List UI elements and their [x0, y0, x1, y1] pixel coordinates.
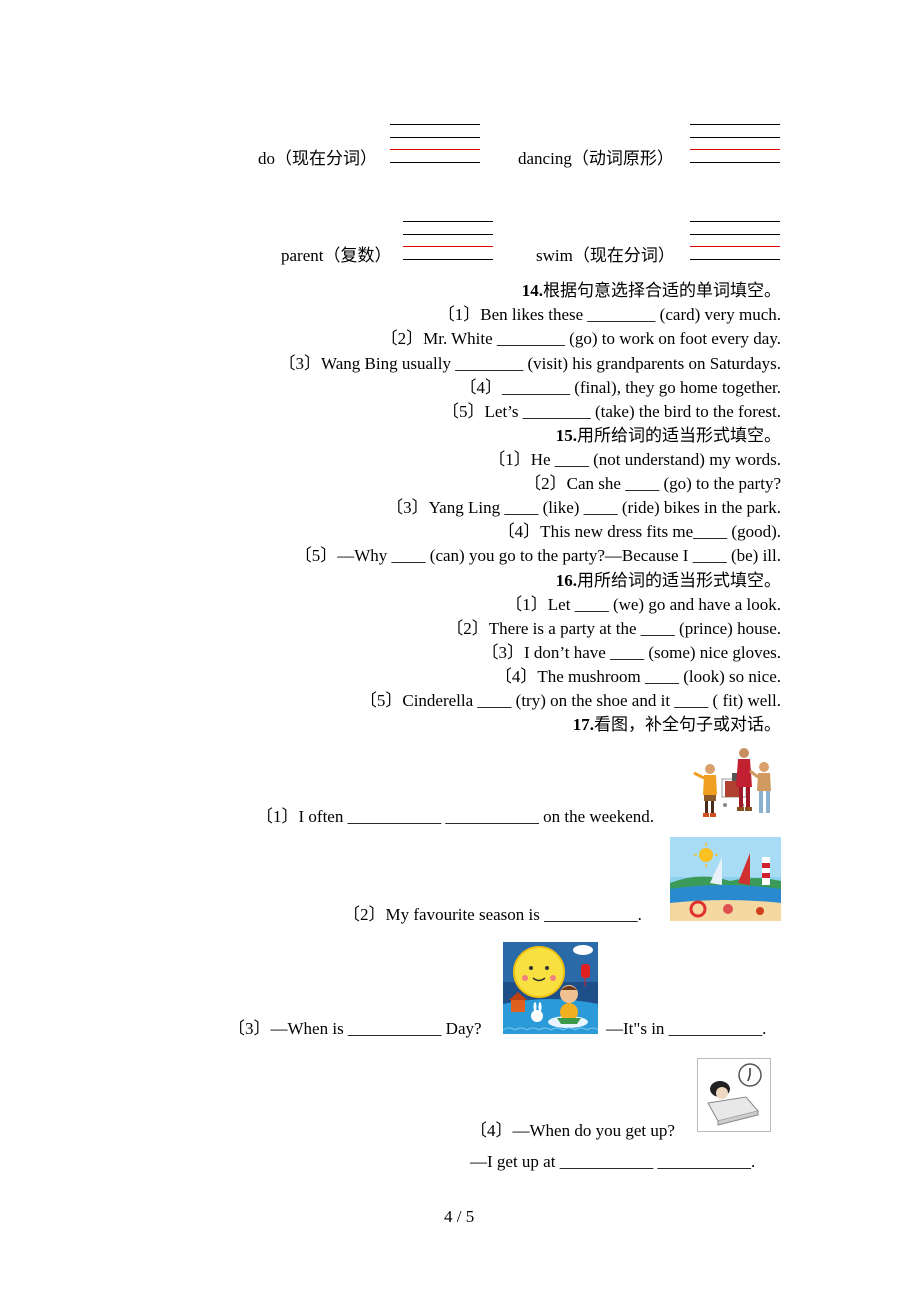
summer-beach-picture: [670, 837, 781, 921]
exercise-item: 〔2〕Can she ____ (go) to the party?: [524, 474, 781, 493]
wordform-word: dancing（动词原形）: [518, 149, 674, 168]
exercise-item: 〔5〕—Why ____ (can) you go to the party?—…: [294, 546, 781, 565]
exercise-item: 〔4〕________ (final), they go home togeth…: [459, 378, 781, 397]
grid-line: [690, 162, 780, 163]
mid-autumn-moon-picture: [503, 942, 598, 1034]
section-heading: 15.用所给词的适当形式填空。: [555, 426, 781, 445]
wordform-word: swim（现在分词）: [536, 246, 675, 265]
family-shopping-picture: [692, 745, 780, 823]
grid-line-red: [390, 149, 480, 150]
grid-line: [390, 124, 480, 125]
grid-line: [690, 234, 780, 235]
exercise-item: 〔3〕Wang Bing usually ________ (visit) hi…: [278, 354, 781, 373]
exercise-item: 〔2〕My favourite season is ___________.: [343, 905, 642, 924]
grid-line: [690, 259, 780, 260]
exercise-item: 〔2〕There is a party at the ____ (prince)…: [446, 619, 781, 638]
section-heading: 17.看图，补全句子或对话。: [572, 715, 781, 734]
exercise-item: 〔3〕I don’t have ____ (some) nice gloves.: [481, 643, 781, 662]
exercise-item-question: 〔3〕—When is ___________ Day?: [228, 1019, 482, 1038]
exercise-item: 〔5〕Let’s ________ (take) the bird to the…: [442, 402, 781, 421]
exercise-item: 〔1〕Ben likes these ________ (card) very …: [437, 305, 781, 324]
exercise-item: 〔2〕Mr. White ________ (go) to work on fo…: [380, 329, 781, 348]
exercise-item: 〔1〕I often ___________ ___________ on th…: [256, 807, 655, 826]
grid-line: [390, 162, 480, 163]
grid-line: [690, 137, 780, 138]
grid-line-red: [403, 246, 493, 247]
exercise-item-answer: —I get up at ___________ ___________.: [470, 1152, 756, 1171]
page-number: 4 / 5: [444, 1207, 475, 1226]
exercise-item-question: 〔4〕—When do you get up?: [470, 1121, 675, 1140]
exercise-item: 〔3〕Yang Ling ____ (like) ____ (ride) bik…: [386, 498, 781, 517]
exercise-item: 〔1〕Let ____ (we) go and have a look.: [505, 595, 781, 614]
grid-line: [390, 137, 480, 138]
grid-line: [690, 124, 780, 125]
wordform-word: parent（复数）: [281, 246, 392, 265]
grid-line: [403, 234, 493, 235]
bed-alarm-clock-picture: [697, 1058, 771, 1132]
grid-line: [403, 259, 493, 260]
section-heading: 14.根据句意选择合适的单词填空。: [521, 281, 781, 300]
grid-line-red: [690, 246, 780, 247]
grid-line-red: [690, 149, 780, 150]
exercise-item: 〔5〕Cinderella ____ (try) on the shoe and…: [359, 691, 781, 710]
exercise-item: 〔4〕This new dress fits me____ (good).: [497, 522, 781, 541]
exercise-item: 〔4〕The mushroom ____ (look) so nice.: [494, 667, 781, 686]
grid-line: [403, 221, 493, 222]
grid-line: [690, 221, 780, 222]
exercise-item: 〔1〕He ____ (not understand) my words.: [488, 450, 781, 469]
wordform-word: do（现在分词）: [258, 149, 377, 168]
section-heading: 16.用所给词的适当形式填空。: [555, 571, 781, 590]
exercise-item-answer: —It"s in ___________.: [606, 1019, 767, 1038]
